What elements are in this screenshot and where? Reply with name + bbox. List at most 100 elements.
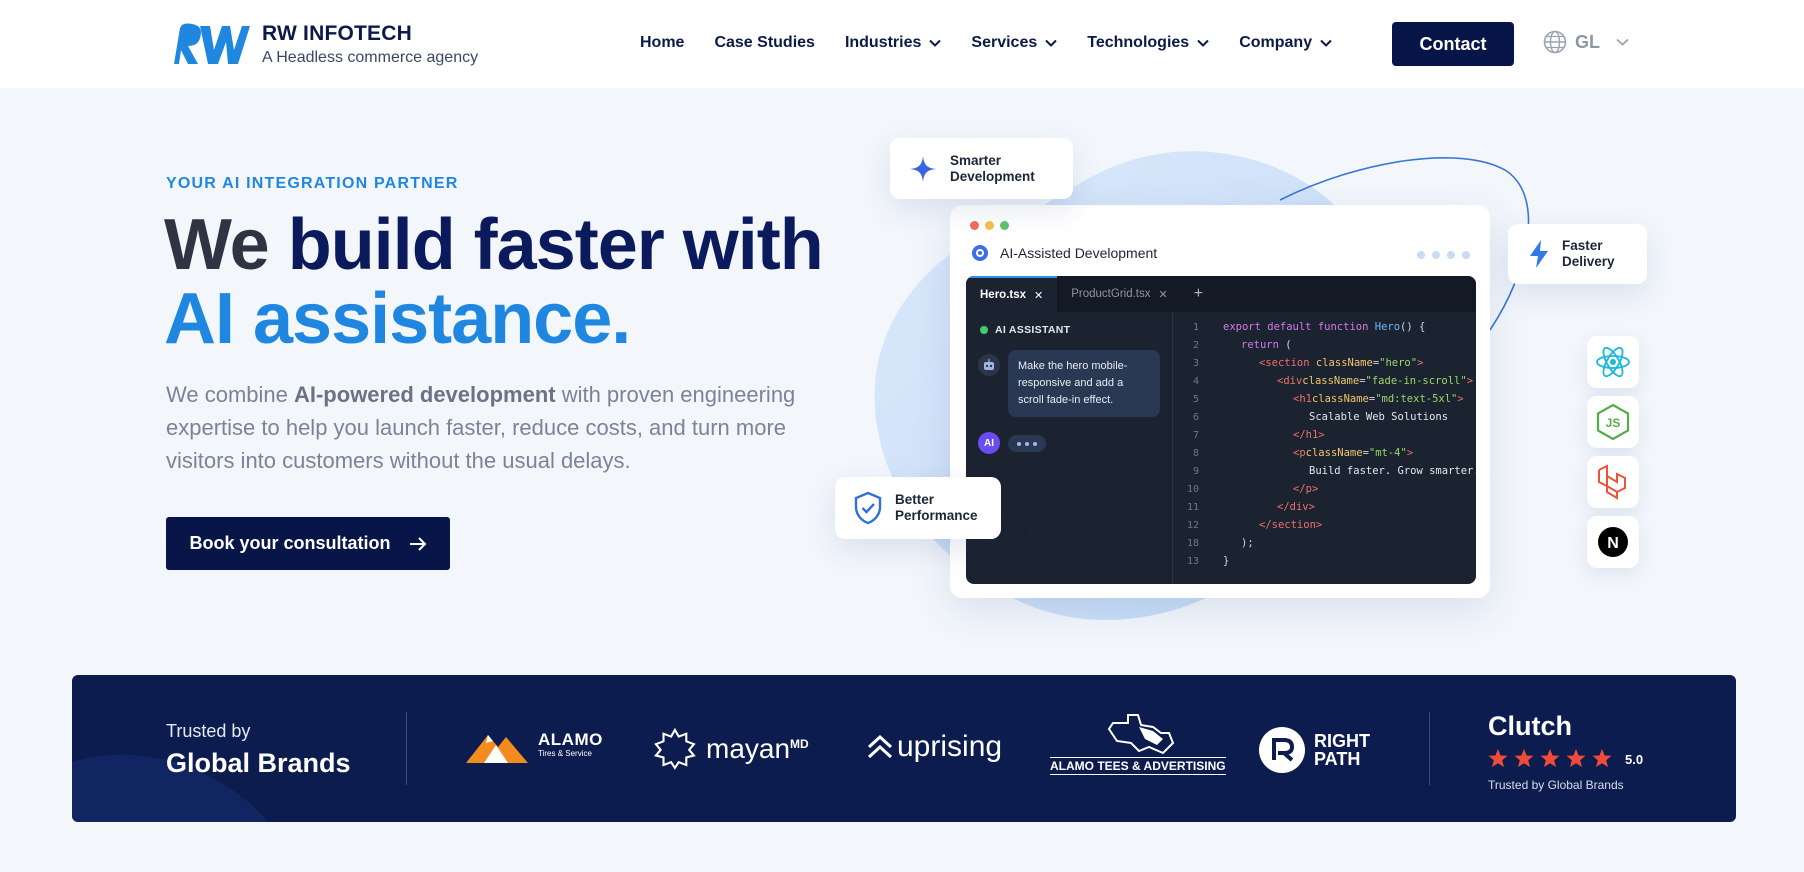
headline-word-we: We <box>164 205 270 285</box>
typing-indicator <box>1008 435 1046 452</box>
nodejs-letters: JS <box>1606 416 1621 430</box>
code-line: 1 export default function Hero() { <box>1192 321 1426 333</box>
assistant-header: AI ASSISTANT <box>980 324 1070 336</box>
nextjs-icon[interactable]: N <box>1587 516 1639 568</box>
texas-map-icon <box>1107 714 1174 755</box>
laravel-icon[interactable] <box>1587 456 1639 508</box>
alamo-tees-text: ALAMO TEES & ADVERTISING <box>1050 757 1226 775</box>
lightning-icon <box>1530 240 1548 268</box>
right-text: RIGHT <box>1314 731 1370 751</box>
nav-services[interactable]: Services <box>971 34 1057 52</box>
chevron-down-icon <box>1045 39 1057 47</box>
code-line: 13 } <box>1186 555 1230 567</box>
lead-bold: AI-powered development <box>293 382 556 407</box>
brand-alamo-tees: ALAMO TEES & ADVERTISING <box>1050 713 1226 775</box>
burst-logo-icon <box>654 728 696 770</box>
headline-ai-assistance: AI assistance. <box>164 279 631 359</box>
star-icon <box>1592 749 1612 767</box>
nav-case-studies[interactable]: Case Studies <box>714 34 814 52</box>
ai-dev-window: AI-Assisted Development Hero.tsx ✕ Produ… <box>950 205 1490 598</box>
language-selector[interactable]: GL <box>1543 30 1629 54</box>
smarter-development-text: Smarter Development <box>950 152 1035 184</box>
code-editor: Hero.tsx ✕ ProductGrid.tsx ✕ + AI ASSIST… <box>966 276 1476 584</box>
hero-headline: We build faster with AI assistance. <box>164 205 824 359</box>
react-icon[interactable] <box>1587 336 1639 388</box>
global-brands-text: Global Brands <box>166 748 351 778</box>
code-line: 9 Build faster. Grow smarter. <box>1192 465 1476 477</box>
brand-tagline: A Headless commerce agency <box>262 48 479 66</box>
user-avatar <box>978 354 1000 376</box>
contact-button[interactable]: Contact <box>1392 22 1514 66</box>
hero-eyebrow: YOUR AI INTEGRATION PARTNER <box>166 175 459 192</box>
window-title: AI-Assisted Development <box>970 243 1157 263</box>
hero-lead: We combine AI-powered development with p… <box>166 378 826 477</box>
divider <box>406 712 407 785</box>
code-line: 6 Scalable Web Solutions <box>1192 411 1449 423</box>
alamo-sub: Tires & Service <box>538 749 592 758</box>
rating-value: 5.0 <box>1625 751 1644 767</box>
ai-chip-icon <box>972 245 988 261</box>
brand-name: RW INFOTECH <box>262 21 412 45</box>
code-line: 3 <section className="hero"> <box>1192 357 1424 369</box>
nav-company[interactable]: Company <box>1239 34 1332 52</box>
chevrons-up-icon <box>867 735 893 759</box>
smarter-development-card: Smarter Development <box>890 138 1073 199</box>
minimize-dot[interactable] <box>985 221 994 230</box>
tab-hero[interactable]: Hero.tsx ✕ <box>966 276 1058 312</box>
code-line: 8 <pclassName="mt-4"> <box>1192 447 1414 459</box>
alamo-name: ALAMO <box>538 730 603 749</box>
add-tab-icon[interactable]: + <box>1182 276 1215 312</box>
headline-build-faster: build faster with <box>287 205 824 285</box>
laravel-logo <box>1598 464 1626 500</box>
react-logo <box>1596 346 1630 378</box>
nav-industries-label: Industries <box>844 34 922 51</box>
clutch-subtitle: Trusted by Global Brands <box>1488 778 1624 792</box>
maximize-dot[interactable] <box>1000 221 1009 230</box>
chevron-down-icon <box>1616 38 1629 46</box>
close-tab-icon[interactable]: ✕ <box>1159 288 1168 301</box>
mayan-sup: MD <box>790 737 809 751</box>
nav-services-label: Services <box>971 34 1038 51</box>
brand-logo[interactable]: RW INFOTECH A Headless commerce agency <box>170 20 478 68</box>
brand-right-path: RIGHT PATH <box>1258 726 1370 774</box>
ai-avatar: AI <box>978 432 1000 454</box>
globe-icon <box>1543 30 1567 54</box>
faster-delivery-card: Faster Delivery <box>1508 224 1647 284</box>
faster-delivery-text: Faster Delivery <box>1562 238 1615 269</box>
window-title-text: AI-Assisted Development <box>1000 245 1158 261</box>
robot-icon <box>984 359 994 370</box>
site-header: RW INFOTECH A Headless commerce agency H… <box>0 0 1804 88</box>
editor-tabs: Hero.tsx ✕ ProductGrid.tsx ✕ + <box>966 276 1476 312</box>
main-nav: Home Case Studies Industries Services Te… <box>640 34 1362 52</box>
close-tab-icon[interactable]: ✕ <box>1034 289 1043 302</box>
tab-product-grid[interactable]: ProductGrid.tsx ✕ <box>1057 276 1181 312</box>
better-performance-card: Better Performance <box>835 477 1001 539</box>
better-performance-text: Better Performance <box>895 492 978 523</box>
code-pane: 1 export default function Hero() { 2 ret… <box>1173 312 1476 584</box>
clutch-rating[interactable]: Clutch 5.0 Trusted by Global Brands <box>1488 711 1643 792</box>
clutch-title: Clutch <box>1488 711 1572 741</box>
star-icon <box>1566 749 1586 767</box>
close-dot[interactable] <box>970 221 979 230</box>
nav-industries[interactable]: Industries <box>844 34 942 52</box>
rating-row: 5.0 <box>1488 748 1643 770</box>
chevron-down-icon <box>1197 39 1209 47</box>
tab-product-grid-label: ProductGrid.tsx <box>1071 288 1151 300</box>
user-message: Make the hero mobile-responsive and add … <box>1008 350 1160 417</box>
book-consultation-button[interactable]: Book your consultation <box>166 517 450 570</box>
trusted-brands-band: Trusted by Global Brands ALAMO Tires & S… <box>72 675 1736 822</box>
window-controls <box>970 221 1015 230</box>
nav-home[interactable]: Home <box>640 34 684 52</box>
shield-check-icon <box>854 491 882 525</box>
right-path-icon <box>1259 727 1305 773</box>
trusted-by-text: Trusted by <box>166 721 251 741</box>
brand-alamo-tires: ALAMO Tires & Service <box>466 729 603 765</box>
star-rating <box>1488 749 1612 767</box>
nextjs-logo: N <box>1598 527 1628 557</box>
nodejs-icon[interactable]: JS <box>1587 396 1639 448</box>
language-label: GL <box>1575 31 1600 52</box>
nav-home-label: Home <box>640 34 685 51</box>
nav-technologies[interactable]: Technologies <box>1087 34 1209 52</box>
lead-pre: We combine <box>166 382 294 407</box>
code-line: 7 </h1> <box>1192 429 1325 441</box>
